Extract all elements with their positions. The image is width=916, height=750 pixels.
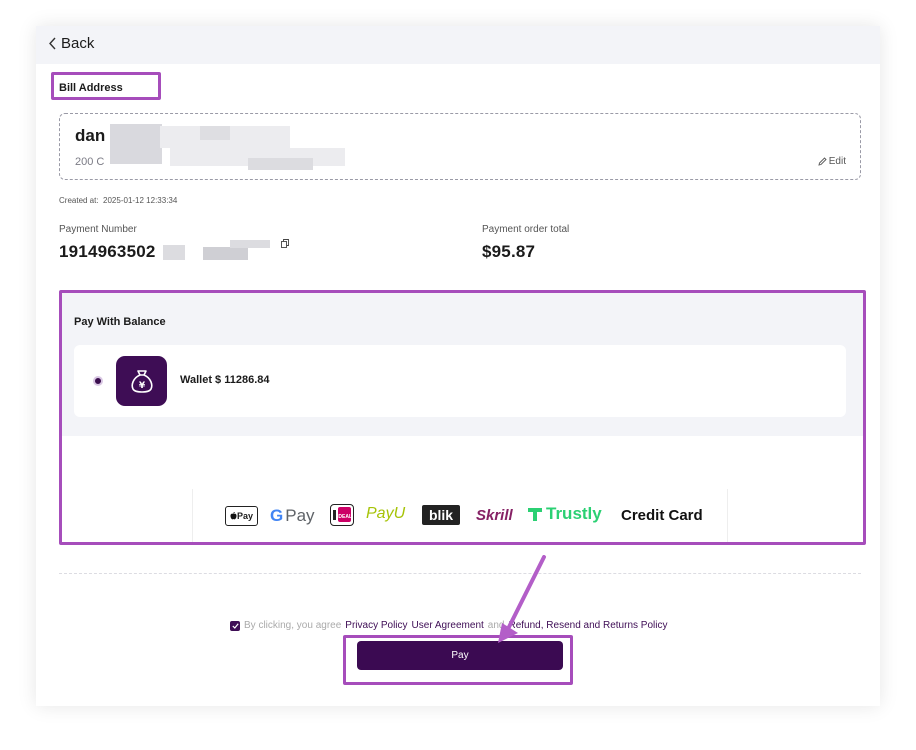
agreement-row: By clicking, you agree Privacy Policy Us…	[230, 620, 667, 631]
pencil-icon	[818, 157, 827, 166]
back-button[interactable]: Back	[48, 35, 94, 52]
back-label: Back	[61, 35, 95, 52]
created-label: Created at:	[59, 196, 99, 205]
annotation-highlight-payment-section	[59, 290, 866, 545]
address-name: dan	[75, 126, 106, 145]
divider	[59, 573, 861, 574]
privacy-policy-link[interactable]: Privacy Policy	[345, 620, 407, 631]
check-icon	[231, 622, 239, 629]
agreement-and: and	[487, 620, 505, 631]
created-value: 2025-01-12 12:33:34	[103, 196, 178, 205]
user-agreement-link[interactable]: User Agreement	[412, 620, 484, 631]
edit-label: Edit	[828, 156, 846, 167]
redaction-blur	[200, 126, 230, 140]
redaction-blur	[230, 240, 270, 248]
agreement-checkbox[interactable]	[230, 620, 240, 631]
payment-number-label: Payment Number	[59, 224, 137, 235]
address-line: 200 C	[75, 156, 105, 168]
payment-number-value: 1914963502	[59, 242, 156, 261]
redaction-blur	[110, 124, 162, 164]
address-card: dan 200 C Edit	[59, 113, 861, 180]
bill-address-title: Bill Address	[59, 82, 123, 94]
order-total-label: Payment order total	[482, 224, 570, 235]
redaction-blur	[248, 158, 313, 170]
edit-address-button[interactable]: Edit	[818, 156, 846, 167]
agreement-prefix: By clicking, you agree	[244, 620, 342, 631]
copy-icon[interactable]	[281, 239, 289, 248]
top-bar: Back	[36, 26, 880, 64]
redaction-blur	[163, 245, 185, 260]
order-total-value: $95.87	[482, 242, 536, 261]
pay-button[interactable]: Pay	[357, 641, 563, 670]
chevron-left-icon	[49, 37, 56, 50]
created-at: Created at: 2025-01-12 12:33:34	[59, 196, 177, 205]
redaction-blur	[203, 247, 248, 260]
refund-policy-link[interactable]: Refund, Resend and Returns Policy	[508, 620, 667, 631]
